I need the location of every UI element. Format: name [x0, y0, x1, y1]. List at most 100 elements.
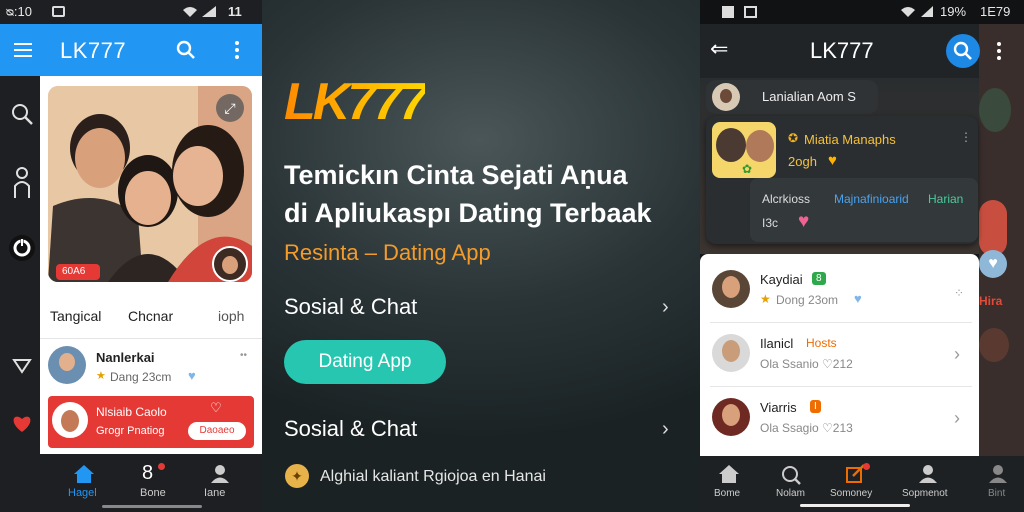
promo-banner[interactable]: Nlsiaib Caolo Grogr Pnatiog ♡ Daoaeo [48, 396, 254, 448]
detail-b: Majnafinioarid [834, 192, 909, 206]
list-item[interactable]: Viarris I Ola Ssagio ♡213 › [700, 390, 979, 448]
nav-label-somoney[interactable]: Somoney [830, 488, 872, 499]
contact-tag: I [810, 400, 821, 413]
left-bottom-nav: Hagel 8 Bone Iane [40, 454, 262, 512]
bubble-avatar [712, 83, 740, 111]
expand-icon[interactable]: ⤢ [216, 94, 244, 122]
more-vert-icon[interactable] [234, 40, 240, 60]
hero-photo[interactable]: ⤢ 60A6 [48, 86, 252, 282]
more-vert-icon[interactable]: ⋮ [960, 130, 972, 144]
flower-icon: ✿ [742, 162, 753, 176]
nav-label-hagel[interactable]: Hagel [68, 487, 97, 499]
right-app-bar: ⇐ LK777 [700, 24, 1001, 78]
right-bottom-nav: Bome Nolam Somoney Sopmenot Bint [700, 456, 1024, 512]
dating-app-button[interactable]: Dating App [284, 340, 446, 384]
tab-ioph[interactable]: ioph [218, 308, 244, 324]
detail-c: Harian [928, 192, 964, 206]
home-icon[interactable] [718, 464, 740, 484]
divider [710, 322, 972, 323]
status-time: ᴓ:10 [6, 4, 32, 19]
headline-line-2: di Apliukaspı Dating Terbaak [284, 198, 652, 228]
detail-line3: I3c [762, 216, 779, 230]
chat-icon[interactable]: 8 [142, 462, 153, 485]
match-photo-2 [746, 130, 774, 162]
profile-name[interactable]: Nanlerkai [96, 350, 155, 365]
home-icon[interactable] [73, 464, 95, 484]
tab-tangical[interactable]: Tangical [50, 308, 101, 324]
right-status-bar: 19% 1E79 [700, 0, 1024, 24]
nav-label-nolam[interactable]: Nolam [776, 488, 805, 499]
contact-avatar [712, 398, 750, 436]
nav-label-bome[interactable]: Bome [714, 488, 740, 499]
app-title: LK777 [60, 38, 127, 63]
menu-row-sosial-chat-1[interactable]: Sosial & Chat [284, 294, 417, 320]
drag-handle-icon[interactable]: ⁘ [954, 286, 964, 300]
match-name: Miatia Manaphs [804, 132, 896, 147]
headline-line-1: Temickın Cinta Sejati Aṇua [284, 160, 628, 190]
strip-card [979, 200, 1007, 256]
more-horiz-icon[interactable]: •• [240, 350, 247, 361]
right-background-strip: ♥ Hira [979, 24, 1024, 512]
badge-icon: ✦ [285, 464, 309, 488]
tab-chcnar[interactable]: Chcnar [128, 308, 173, 324]
match-card[interactable]: ✿ ✪ Miatia Manaphs 2ogh ♥ ⋮ Alcrkioss Ma… [706, 116, 978, 244]
strip-avatar [979, 88, 1011, 132]
heart-outline-icon[interactable]: ♥ [854, 291, 862, 306]
contact-sub: Dong 23om [776, 293, 839, 307]
chevron-right-icon[interactable]: › [954, 344, 960, 365]
promo-button[interactable]: Daoaeo [188, 422, 246, 440]
signal-icon [202, 6, 216, 17]
heart-icon[interactable] [11, 414, 33, 434]
profile-avatar[interactable] [48, 346, 86, 384]
star-icon: ★ [760, 292, 771, 306]
chat-bubble[interactable]: Lanialian Aom S [706, 80, 878, 114]
battery-level: 19% [940, 4, 967, 19]
hamburger-icon[interactable] [14, 43, 32, 57]
bubble-text: Lanialian Aom S [762, 89, 856, 104]
profile-icon[interactable] [918, 464, 938, 484]
left-status-bar: ᴓ:10 11 [0, 0, 262, 24]
contact-list: Kaydiai 8 ★ Dong 23om ♥ ⁘ Ilanicl Hosts … [700, 254, 979, 456]
hero-avatar[interactable] [212, 246, 248, 282]
profile-icon[interactable] [988, 464, 1008, 484]
menu-row-sosial-chat-2[interactable]: Sosial & Chat [284, 416, 417, 442]
power-icon[interactable] [8, 234, 36, 262]
app-title: LK777 [810, 38, 874, 63]
nav-label-bint[interactable]: Bint [988, 488, 1005, 499]
chevron-right-icon[interactable]: › [662, 418, 669, 441]
wifi-icon [183, 7, 197, 17]
nav-label-sopmenot[interactable]: Sopmenot [902, 488, 948, 499]
divider [40, 338, 262, 339]
search-icon[interactable] [946, 34, 980, 68]
person-icon[interactable] [12, 166, 32, 200]
star-icon: ★ [96, 370, 106, 382]
chevron-right-icon[interactable]: › [954, 408, 960, 429]
notification-dot [158, 463, 165, 470]
left-app-bar: LK777 [0, 24, 262, 76]
search-icon[interactable] [780, 464, 802, 486]
contact-avatar [712, 334, 750, 372]
profile-icon[interactable] [210, 464, 230, 484]
strip-avatar-2 [979, 328, 1009, 362]
match-photo-1 [716, 128, 746, 162]
list-item[interactable]: Kaydiai 8 ★ Dong 23om ♥ ⁘ [700, 262, 979, 320]
more-vert-icon[interactable] [996, 41, 1002, 61]
list-item[interactable]: Ilanicl Hosts Ola Ssanio ♡212 › [700, 326, 979, 384]
footer-text: Alghial kaliant Rgiojoa en Hanai [320, 468, 546, 485]
strip-text: Hira [979, 294, 1003, 308]
heart-icon: ♥ [798, 211, 810, 232]
left-sidebar [0, 76, 40, 512]
search-icon[interactable] [176, 40, 196, 60]
triangle-down-icon[interactable] [12, 358, 32, 374]
nav-label-iane[interactable]: Iane [204, 487, 225, 499]
search-button[interactable] [946, 34, 980, 68]
hero-badge: 60A6 [56, 264, 100, 280]
subtitle: Resinta – Dating App [284, 240, 491, 265]
chevron-right-icon[interactable]: › [662, 296, 669, 319]
brand-logo: LK777 [284, 73, 428, 131]
nav-label-bone[interactable]: Bone [140, 487, 166, 499]
back-arrow-icon[interactable]: ⇐ [710, 36, 728, 62]
search-icon[interactable] [10, 102, 34, 126]
contact-sub: Ola Ssanio ♡212 [760, 357, 853, 371]
heart-outline-icon[interactable]: ♥ [188, 368, 196, 383]
